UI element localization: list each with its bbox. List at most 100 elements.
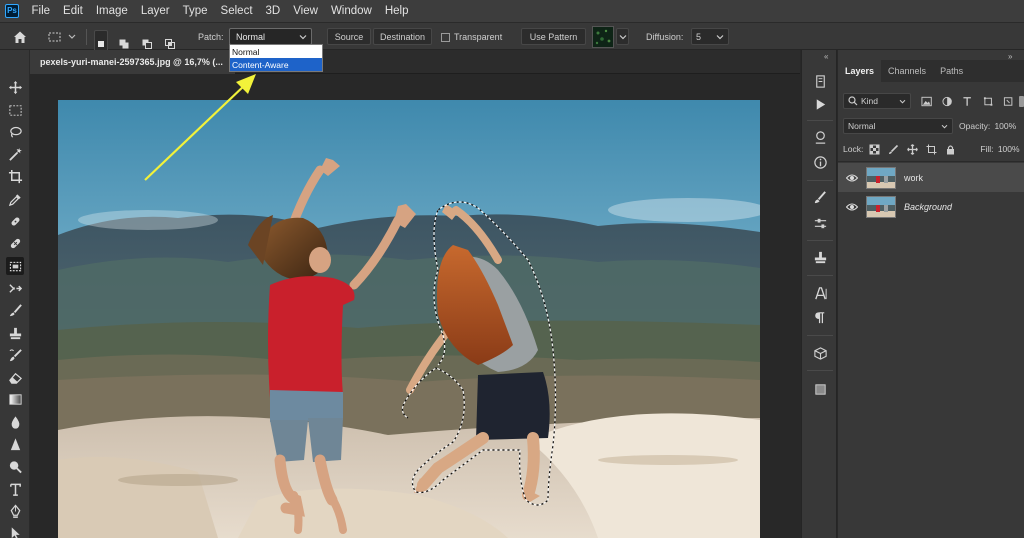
fill-label: Fill: [980,144,994,154]
sharpen-tool-icon[interactable] [6,435,24,453]
destination-button[interactable]: Destination [373,28,432,45]
diffusion-value: 5 [696,31,702,42]
lock-label: Lock: [843,144,864,154]
patch-mode-value: Normal [236,31,266,42]
menu-layer[interactable]: Layer [134,5,176,17]
pattern-swatch[interactable] [592,26,614,48]
patch-mode-select[interactable]: Normal [229,28,312,45]
dropdown-option-normal[interactable]: Normal [230,45,322,58]
path-selection-tool-icon[interactable] [6,524,24,538]
move-tool-icon[interactable] [6,78,24,96]
home-icon[interactable] [12,23,28,51]
menu-window[interactable]: Window [324,5,378,17]
brush-tool-icon[interactable] [6,301,24,319]
tab-layers[interactable]: Layers [838,60,882,82]
menu-file[interactable]: File [25,5,57,17]
patch-label: Patch: [198,32,224,42]
character-panel-icon[interactable] [811,284,829,302]
menu-help[interactable]: Help [378,5,415,17]
blur-tool-icon[interactable] [6,413,24,431]
history-brush-tool-icon[interactable] [6,346,24,364]
bandage-tool-icon[interactable] [6,234,24,252]
diffusion-select[interactable]: 5 [691,28,729,45]
lock-transparent-pixels-icon[interactable] [869,144,880,155]
gradient-tool-icon[interactable] [6,390,24,408]
content-aware-move-tool-icon[interactable] [6,279,24,297]
transparent-label: Transparent [454,32,503,42]
3d-panel-icon[interactable] [811,344,829,362]
dropdown-option-content-aware[interactable]: Content-Aware [230,58,322,71]
type-tool-icon[interactable] [6,480,24,498]
eye-visibility-icon[interactable] [846,201,858,213]
menu-edit[interactable]: Edit [57,5,90,17]
transparent-checkbox[interactable]: Transparent [441,23,502,51]
adjustment-layer-filter-icon[interactable] [942,96,953,107]
menu-view[interactable]: View [287,5,325,17]
blend-mode-value: Normal [848,121,876,131]
collapse-icon[interactable]: « [824,52,828,61]
tools-panel [0,50,30,538]
lock-all-icon[interactable] [945,144,956,155]
dodge-tool-icon[interactable] [6,457,24,475]
pattern-picker-arrow[interactable] [616,28,629,45]
clone-stamp-tool-icon[interactable] [6,324,24,342]
layers-panel: » Layers Channels Paths Kind Normal Opac… [838,50,1024,538]
eye-visibility-icon[interactable] [846,172,858,184]
paragraph-panel-icon[interactable] [811,308,829,326]
opacity-label: Opacity: [959,121,991,131]
pen-tool-icon[interactable] [6,502,24,520]
eraser-tool-icon[interactable] [6,368,24,386]
menu-3d[interactable]: 3D [259,5,287,17]
actions-play-icon[interactable] [811,95,829,113]
filter-toggle-switch[interactable] [1019,95,1024,107]
layer-kind-filter[interactable]: Kind [843,93,911,109]
panel-tabs: Layers Channels Paths [838,60,1024,82]
info-icon[interactable] [811,153,829,171]
crop-tool-icon[interactable] [6,167,24,185]
lock-artboard-icon[interactable] [926,144,937,155]
layer-row-background[interactable]: Background [838,192,1024,221]
use-pattern-button[interactable]: Use Pattern [521,28,586,45]
menu-bar: Ps File Edit Image Layer Type Select 3D … [0,0,1024,22]
lasso-tool-icon[interactable] [6,123,24,141]
layer-thumbnail [866,195,896,218]
chevron-down-icon [299,34,307,39]
tab-paths[interactable]: Paths [933,60,970,82]
square-icon [98,41,104,47]
shape-layer-filter-icon[interactable] [983,96,993,107]
marquee-tool-icon[interactable] [6,101,24,119]
menu-select[interactable]: Select [214,5,259,17]
brush-settings-icon[interactable] [811,188,829,206]
diffusion-label: Diffusion: [646,32,684,42]
intersect-squares-icon [165,39,175,49]
lock-image-pixels-icon[interactable] [888,144,899,155]
layer-row-work[interactable]: work [838,163,1024,192]
tool-preset-picker[interactable] [47,23,77,51]
learn-panel-icon[interactable] [811,128,829,146]
type-layer-filter-icon[interactable] [962,96,972,107]
adjustments-sliders-icon[interactable] [811,214,829,232]
pixel-layer-filter-icon[interactable] [921,96,932,107]
history-panel-icon[interactable] [811,72,829,90]
tab-channels[interactable]: Channels [881,60,933,82]
smart-object-filter-icon[interactable] [1003,96,1013,107]
menu-type[interactable]: Type [176,5,214,17]
clone-source-icon[interactable] [811,248,829,266]
blend-mode-select[interactable]: Normal [843,118,953,134]
patch-tool-icon[interactable] [6,257,24,275]
swatch-panel-icon[interactable] [811,380,829,398]
lock-position-icon[interactable] [907,143,919,155]
source-button[interactable]: Source [327,28,371,45]
yellow-arrow-annotation [144,74,256,181]
eyedropper-tool-icon[interactable] [6,190,24,208]
photoshop-window: Ps File Edit Image Layer Type Select 3D … [0,0,1024,538]
search-icon [848,96,858,106]
spot-healing-tool-icon[interactable] [6,212,24,230]
add-squares-icon [119,39,129,49]
menu-image[interactable]: Image [89,5,134,17]
chevron-down-icon [619,34,626,39]
fill-input[interactable]: 100% [997,141,1023,157]
pattern-texture-icon [593,27,613,47]
magic-wand-tool-icon[interactable] [6,145,24,163]
opacity-input[interactable]: 100% [993,118,1019,134]
